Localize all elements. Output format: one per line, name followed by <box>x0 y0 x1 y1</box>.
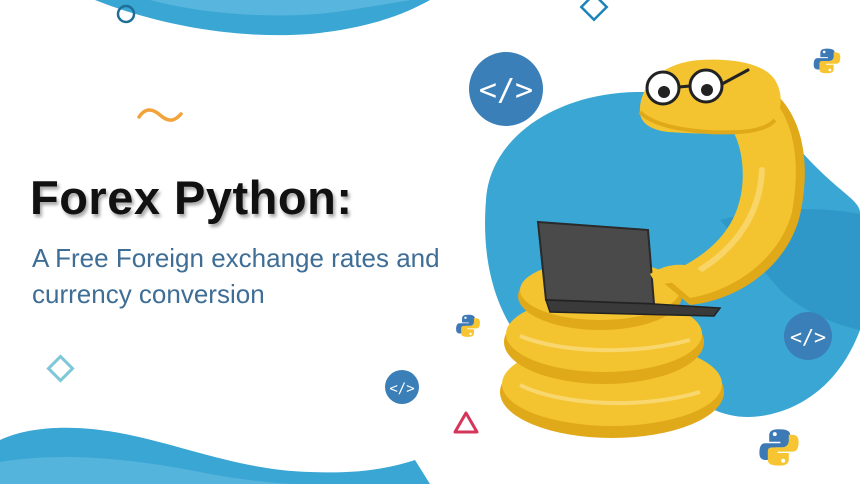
code-badge-icon: </> <box>469 52 543 126</box>
banner: </> </> </> Forex Python: A Free Foreign… <box>0 0 860 484</box>
python-logo-icon <box>456 314 480 337</box>
python-logo-icon <box>759 429 799 466</box>
page-title: Forex Python: <box>30 171 353 224</box>
triangle-outline-icon <box>453 411 479 434</box>
svg-text:</>: </> <box>479 73 533 108</box>
python-logo-icon <box>813 48 841 74</box>
diamond-outline-icon <box>46 354 75 383</box>
diamond-outline-icon <box>579 0 609 22</box>
code-badge-icon: </> <box>784 312 832 360</box>
subtitle-line-1: A Free Foreign exchange rates and <box>32 243 440 273</box>
tilde-icon <box>137 108 183 122</box>
code-badge-icon: </> <box>385 370 419 404</box>
svg-text:</>: </> <box>389 381 414 397</box>
svg-text:</>: </> <box>790 325 826 349</box>
subtitle-line-2: currency conversion <box>32 279 265 309</box>
page-subtitle: A Free Foreign exchange rates and curren… <box>32 240 482 312</box>
